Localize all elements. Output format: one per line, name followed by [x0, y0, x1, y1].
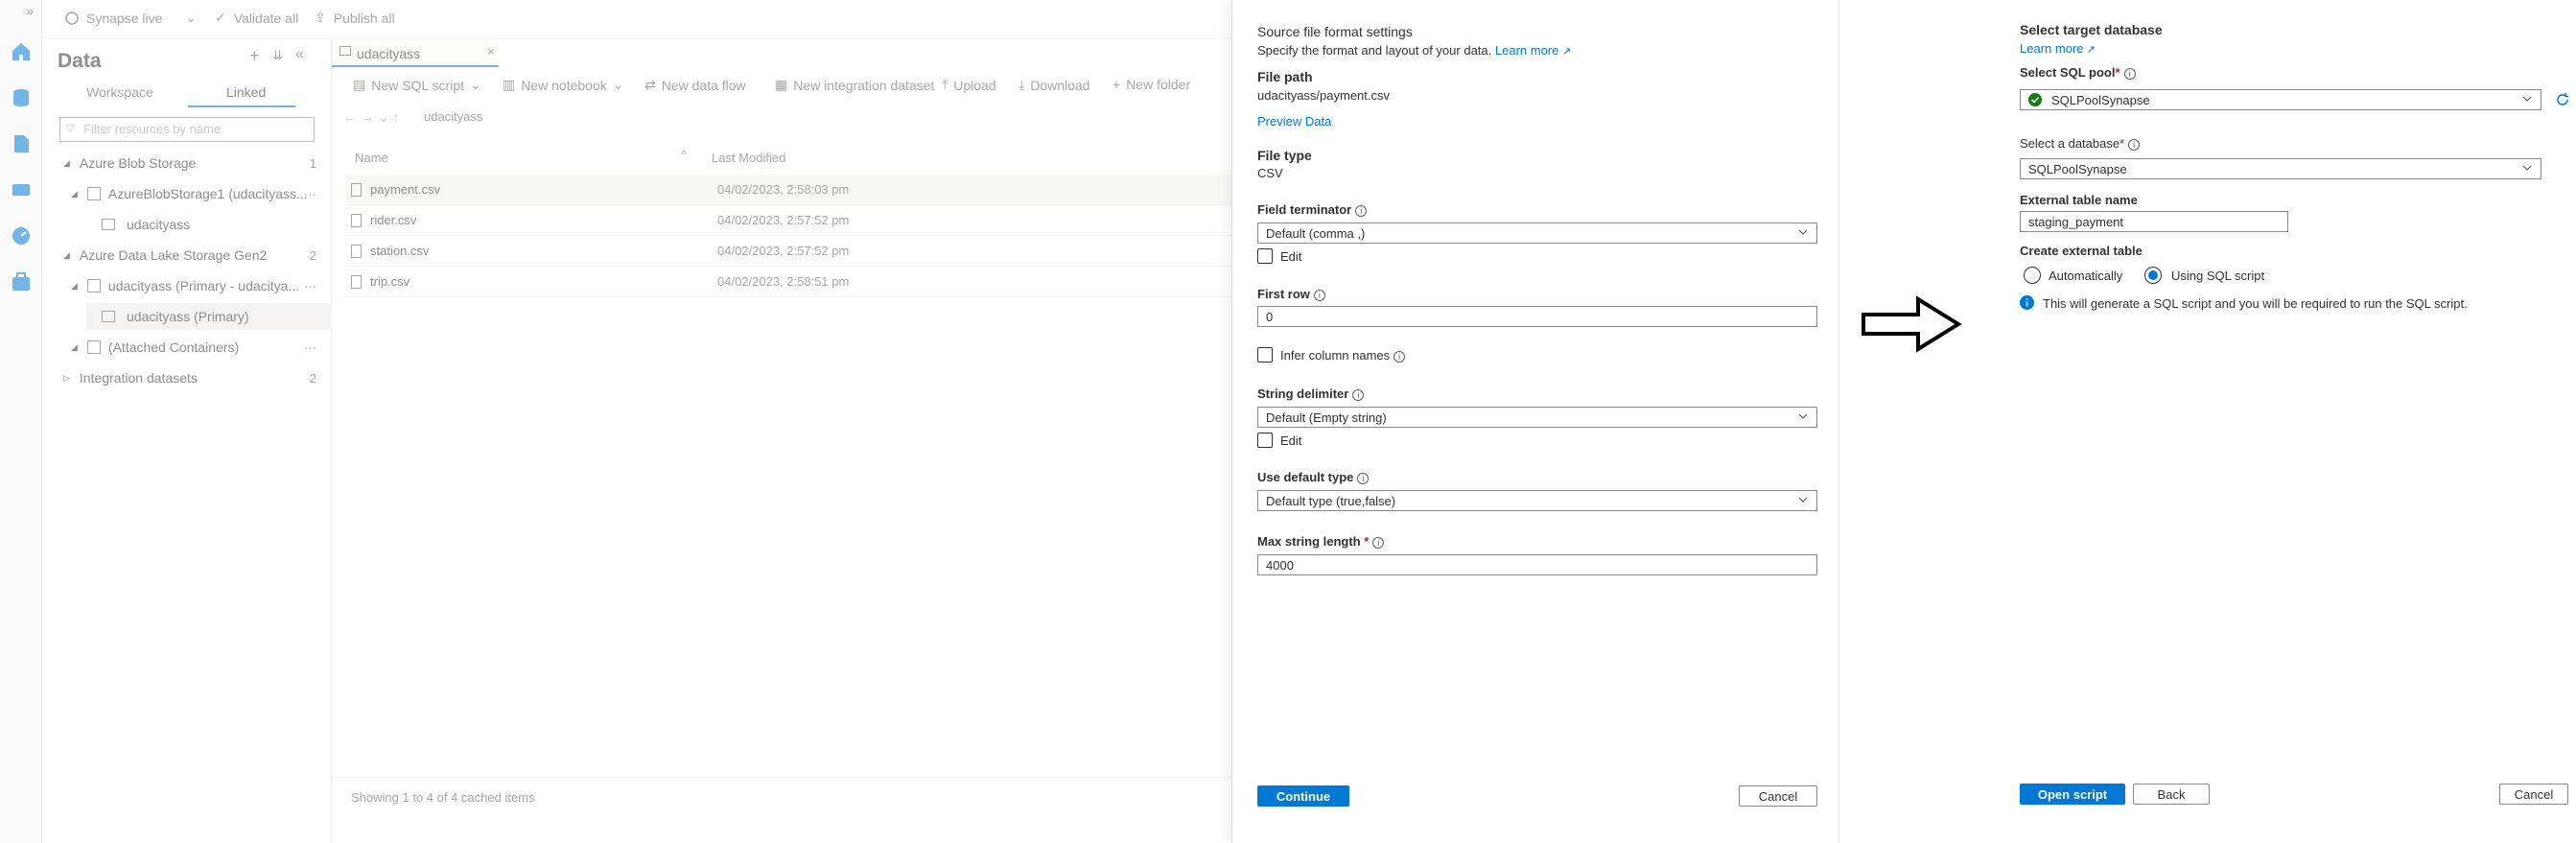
file-type-label: File type: [1257, 148, 1312, 163]
blade-subtitle: Specify the format and layout of your da…: [1257, 43, 1571, 58]
edit-label: Edit: [1280, 433, 1302, 448]
chevron-down-icon: [2521, 93, 2533, 105]
learn-more-text: Learn more: [2020, 41, 2084, 56]
open-script-button[interactable]: Open script: [2020, 784, 2125, 805]
first-row-label: First row i: [1257, 287, 1325, 301]
cancel-button[interactable]: Cancel: [2499, 784, 2568, 805]
label-text: Select SQL pool: [2020, 65, 2116, 80]
file-type-value: CSV: [1257, 166, 1283, 180]
file-path-label: File path: [1257, 69, 1313, 84]
database-label: Select a database* i: [2020, 136, 2141, 151]
external-table-input[interactable]: staging_payment: [2020, 211, 2288, 232]
default-type-label: Use default type i: [1257, 470, 1370, 484]
info-icon[interactable]: i: [1372, 536, 1385, 549]
blade-title: Source file format settings: [1257, 24, 1413, 39]
infer-column-names-checkbox[interactable]: [1257, 347, 1273, 363]
external-link-icon: ↗: [2086, 44, 2096, 56]
field-terminator-dropdown[interactable]: Default (comma ,): [1257, 222, 1817, 244]
learn-more-link[interactable]: Learn more ↗: [2020, 41, 2096, 56]
right-arrow-icon: [1861, 295, 1962, 353]
string-delimiter-edit-checkbox[interactable]: [1257, 433, 1273, 448]
label-text: Infer column names: [1280, 348, 1391, 363]
field-terminator-edit-checkbox[interactable]: [1257, 248, 1273, 264]
required-marker: *: [2115, 65, 2120, 80]
info-icon[interactable]: i: [1313, 289, 1325, 301]
info-icon[interactable]: i: [1355, 204, 1368, 217]
info-icon[interactable]: i: [1393, 350, 1406, 363]
sql-pool-label: Select SQL pool* i: [2020, 65, 2136, 80]
source-format-blade: Source file format settings Specify the …: [1231, 0, 1839, 843]
label-text: Use default type: [1257, 470, 1354, 484]
chevron-down-icon: [1797, 226, 1809, 238]
string-delimiter-label: String delimiter i: [1257, 386, 1365, 401]
create-external-table-label: Create external table: [2020, 244, 2143, 258]
chevron-down-icon: [1797, 494, 1809, 505]
max-string-length-label: Max string length * i: [1257, 534, 1385, 549]
target-title: Select target database: [2020, 22, 2163, 37]
label-text: Select a database: [2020, 136, 2120, 151]
radio-automatically[interactable]: [2024, 267, 2041, 284]
required-marker: *: [1364, 534, 1370, 549]
max-string-length-input[interactable]: 4000: [1257, 554, 1817, 575]
sql-script-info-text: This will generate a SQL script and you …: [2043, 296, 2468, 311]
file-path-value: udacityass/payment.csv: [1257, 88, 1391, 103]
dropdown-value: SQLPoolSynapse: [2051, 93, 2150, 107]
refresh-icon[interactable]: [2555, 92, 2570, 107]
info-filled-icon: [2020, 295, 2034, 310]
edit-label: Edit: [1280, 249, 1302, 264]
info-icon[interactable]: i: [2128, 138, 2141, 151]
back-button[interactable]: Back: [2133, 784, 2210, 805]
first-row-input[interactable]: 0: [1257, 306, 1817, 327]
info-icon[interactable]: i: [1357, 472, 1370, 484]
required-marker: *: [2119, 136, 2125, 151]
synapse-studio: » Synapse live ⌄ ✓ Validate all ⇪ Publis…: [0, 0, 1231, 843]
dropdown-value: Default type (true,false): [1266, 494, 1396, 508]
label-text: String delimiter: [1257, 386, 1349, 401]
string-delimiter-dropdown[interactable]: Default (Empty string): [1257, 407, 1817, 428]
radio-using-sql-script[interactable]: [2144, 267, 2162, 284]
info-icon[interactable]: i: [1352, 388, 1365, 401]
field-terminator-label: Field terminator i: [1257, 202, 1368, 217]
label-text: First row: [1257, 287, 1310, 301]
sql-pool-dropdown[interactable]: SQLPoolSynapse: [2020, 89, 2541, 110]
cancel-button[interactable]: Cancel: [1739, 785, 1817, 807]
dropdown-value: SQLPoolSynapse: [2028, 162, 2127, 176]
continue-button[interactable]: Continue: [1257, 785, 1349, 807]
radio-using-sql-script-label: Using SQL script: [2171, 269, 2265, 283]
label-text: Field terminator: [1257, 202, 1352, 217]
default-type-dropdown[interactable]: Default type (true,false): [1257, 490, 1817, 511]
info-icon[interactable]: i: [2123, 67, 2136, 80]
external-link-icon: ↗: [1562, 46, 1572, 58]
external-table-label: External table name: [2020, 193, 2138, 207]
modal-overlay: [0, 0, 1231, 843]
dropdown-value: Default (comma ,): [1266, 226, 1366, 241]
label-text: Max string length: [1257, 534, 1361, 549]
chevron-down-icon: [1797, 410, 1809, 422]
database-dropdown[interactable]: SQLPoolSynapse: [2020, 158, 2541, 179]
chevron-down-icon: [2521, 162, 2533, 174]
subtitle-text: Specify the format and layout of your da…: [1257, 43, 1492, 58]
radio-automatically-label: Automatically: [2049, 269, 2123, 283]
blade-divider: [1838, 0, 1839, 843]
learn-more-link[interactable]: Learn more: [1495, 43, 1558, 58]
infer-column-names-label: Infer column names i: [1280, 348, 1406, 363]
dropdown-value: Default (Empty string): [1266, 410, 1387, 425]
status-success-icon: [2028, 93, 2042, 106]
preview-data-link[interactable]: Preview Data: [1257, 114, 1331, 129]
target-database-panel: Select target database Learn more ↗ Selec…: [2002, 0, 2576, 843]
